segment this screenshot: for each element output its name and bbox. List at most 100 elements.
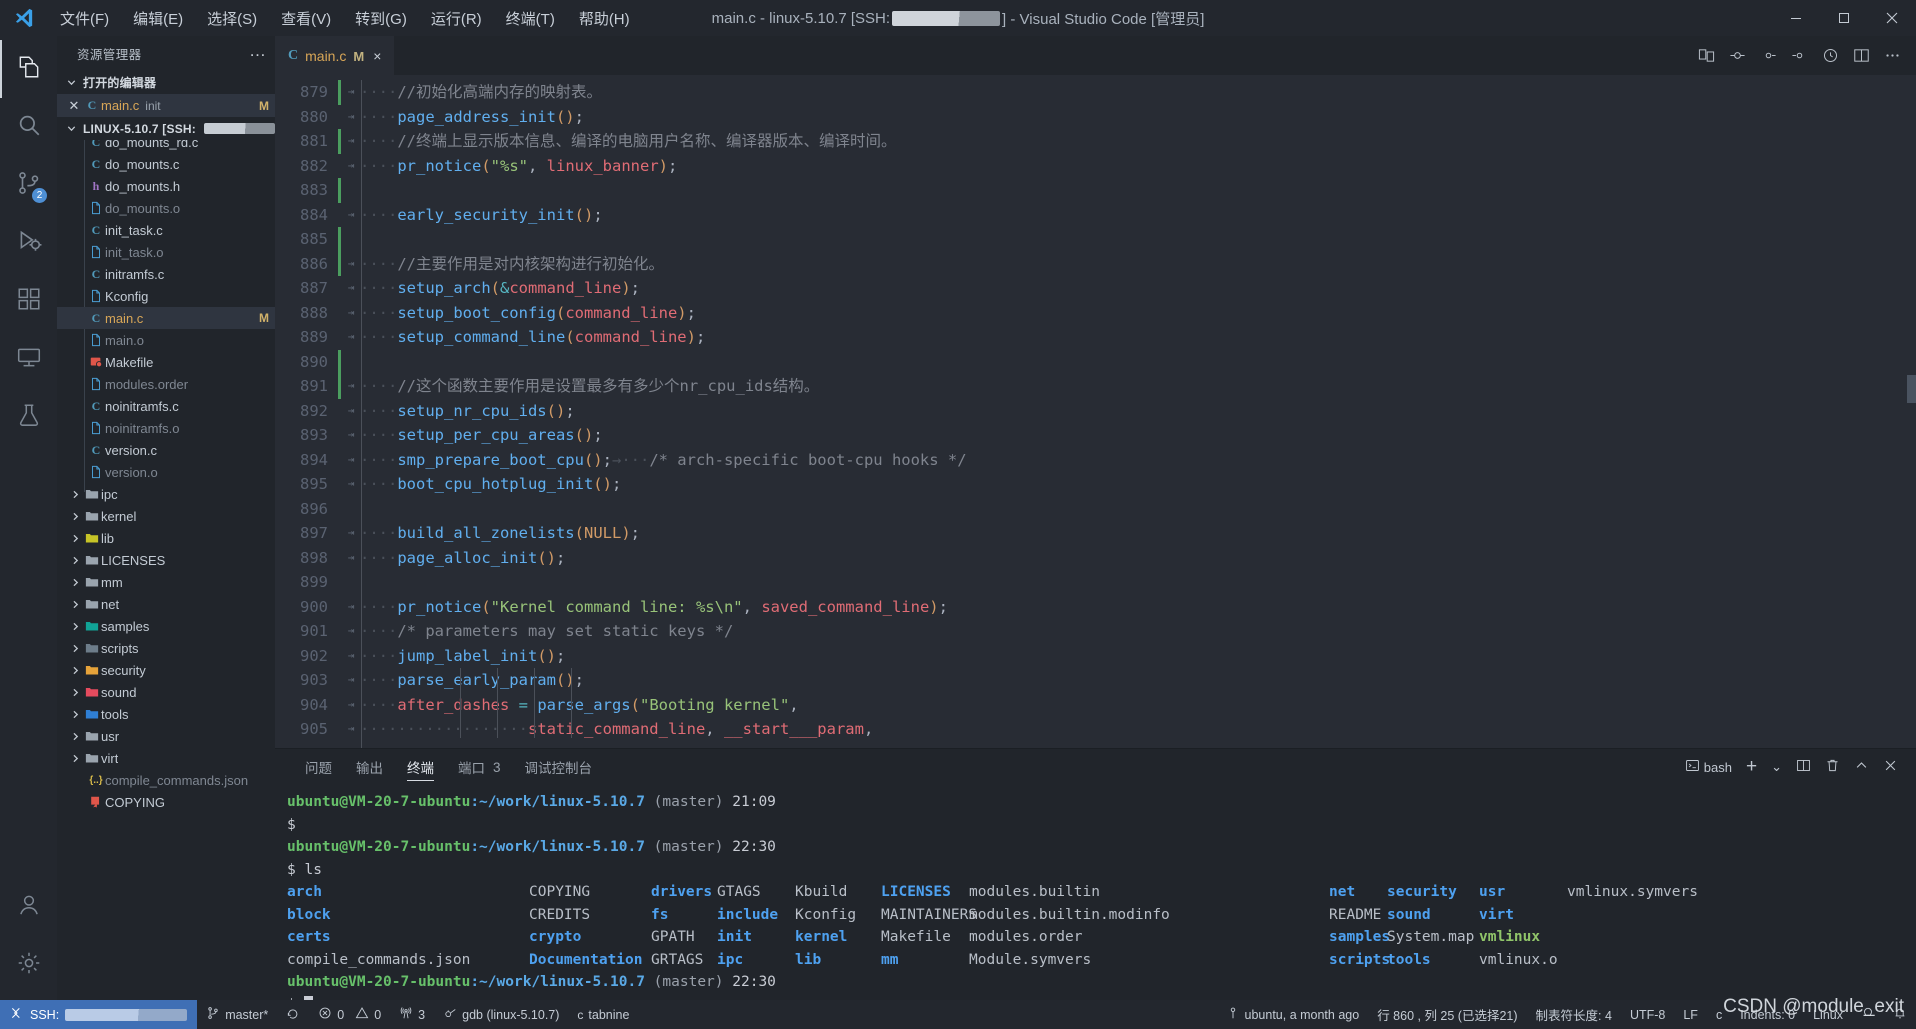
status-ports[interactable]: 3 [390, 1000, 434, 1029]
status-tab-size[interactable]: 制表符长度: 4 [1527, 1000, 1621, 1029]
status-encoding[interactable]: UTF-8 [1621, 1000, 1674, 1029]
status-remote-ssh[interactable]: SSH: [0, 1000, 198, 1029]
code-line[interactable] [360, 227, 1916, 252]
tree-file[interactable]: do_mounts.o [57, 197, 275, 219]
fold-marker[interactable]: ⇥ [342, 252, 360, 277]
code-line[interactable]: ····pr_notice("Kernel command line: %s\n… [360, 595, 1916, 620]
code-line[interactable]: ····early_security_init(); [360, 203, 1916, 228]
code-line[interactable]: ····boot_cpu_hotplug_init(); [360, 472, 1916, 497]
menu-edit[interactable]: 编辑(E) [121, 4, 195, 33]
code-line[interactable]: ····after_dashes = parse_args("Booting k… [360, 693, 1916, 718]
fold-marker[interactable]: ⇥ [342, 717, 360, 742]
code-line[interactable]: ····setup_boot_config(command_line); [360, 301, 1916, 326]
minimize-button[interactable] [1772, 0, 1820, 36]
code-line[interactable]: ····setup_nr_cpu_ids(); [360, 399, 1916, 424]
status-eol[interactable]: LF [1674, 1000, 1707, 1029]
tree-file[interactable]: Cversion.c [57, 439, 275, 461]
code-line[interactable]: ····//主要作用是对内核架构进行初始化。 [360, 252, 1916, 277]
tab-close-icon[interactable]: × [373, 48, 381, 64]
tree-folder[interactable]: kernel [57, 505, 275, 527]
editor-tabs[interactable]: C main.c M × [275, 36, 1916, 75]
fold-marker[interactable]: ⇥ [342, 399, 360, 424]
code-line[interactable]: ····build_all_zonelists(NULL); [360, 521, 1916, 546]
fold-marker[interactable]: ⇥ [342, 374, 360, 399]
tree-file[interactable]: modules.order [57, 373, 275, 395]
code-line[interactable]: ····//初始化高端内存的映射表。 [360, 80, 1916, 105]
shell-selector[interactable]: bash [1681, 754, 1736, 780]
terminal-dropdown-button[interactable]: ⌄ [1767, 754, 1786, 780]
fold-marker[interactable]: ⇥ [342, 472, 360, 497]
tree-file[interactable]: Cmain.c M [57, 307, 275, 329]
code-line[interactable]: ····jump_label_init(); [360, 644, 1916, 669]
window-controls[interactable] [1772, 0, 1916, 36]
tree-file[interactable]: h do_mounts.h [57, 175, 275, 197]
section-workspace-root[interactable]: LINUX-5.10.7 [SSH: [57, 117, 275, 140]
menu-view[interactable]: 查看(V) [269, 4, 343, 33]
tree-file[interactable]: Cdo_mounts.c [57, 153, 275, 175]
activity-manage[interactable] [0, 936, 57, 994]
fold-marker[interactable]: ⇥ [342, 154, 360, 179]
maximize-panel-button[interactable] [1850, 754, 1873, 780]
tree-file[interactable]: init_task.o [57, 241, 275, 263]
code-line[interactable]: ··················static_command_line, _… [360, 717, 1916, 742]
tree-folder[interactable]: scripts [57, 637, 275, 659]
panel-tabs[interactable]: 问题 输出 终端 端口 3 调试控制台 bash + ⌄ [275, 749, 1916, 785]
code-line[interactable]: ····parse_early_param(); [360, 668, 1916, 693]
tree-file[interactable]: Cdo_mounts_rd.c [57, 140, 275, 153]
fold-marker[interactable] [342, 350, 360, 375]
split-terminal-button[interactable] [1792, 754, 1815, 780]
terminal-output[interactable]: ubuntu@VM-20-7-ubuntu:~/work/linux-5.10.… [275, 785, 1916, 1000]
run-icon[interactable] [1723, 42, 1751, 70]
fold-marker[interactable]: ⇥ [342, 203, 360, 228]
fold-marker[interactable] [342, 178, 360, 203]
menu-terminal[interactable]: 终端(T) [494, 4, 567, 33]
code-line[interactable] [360, 497, 1916, 522]
tree-file[interactable]: Kconfig [57, 285, 275, 307]
tree-folder[interactable]: LICENSES [57, 549, 275, 571]
close-button[interactable] [1868, 0, 1916, 36]
debug-step-icon[interactable] [1754, 42, 1782, 70]
code-line[interactable]: ····smp_prepare_boot_cpu();→···/* arch-s… [360, 448, 1916, 473]
tab-output[interactable]: 输出 [344, 749, 395, 785]
tab-terminal[interactable]: 终端 [395, 749, 446, 785]
menu-go[interactable]: 转到(G) [343, 4, 419, 33]
tree-file[interactable]: noinitramfs.o [57, 417, 275, 439]
menu-bar[interactable]: 文件(F) 编辑(E) 选择(S) 查看(V) 转到(G) 运行(R) 终端(T… [48, 4, 642, 33]
status-git-blame[interactable]: ubuntu, a month ago [1217, 1000, 1369, 1029]
activity-testing[interactable] [0, 388, 57, 446]
panel-actions[interactable]: bash + ⌄ [1681, 754, 1916, 780]
fold-marker[interactable]: ⇥ [342, 644, 360, 669]
code-line[interactable]: ····//终端上显示版本信息、编译的电脑用户名称、编译器版本、编译时间。 [360, 129, 1916, 154]
code-line[interactable]: ····setup_arch(&command_line); [360, 276, 1916, 301]
kill-terminal-button[interactable] [1821, 754, 1844, 780]
menu-help[interactable]: 帮助(H) [567, 4, 642, 33]
editor-actions[interactable] [1692, 36, 1916, 75]
more-actions-icon[interactable] [1878, 42, 1906, 70]
tree-folder[interactable]: virt [57, 747, 275, 769]
tree-folder[interactable]: security [57, 659, 275, 681]
code-line[interactable]: ····setup_command_line(command_line); [360, 325, 1916, 350]
tab-debug-console[interactable]: 调试控制台 [513, 749, 605, 785]
code-line[interactable]: ··················__stop___param - __sta… [360, 742, 1916, 749]
fold-markers[interactable]: ⇥⇥⇥⇥⇥⇥⇥⇥⇥⇥⇥⇥⇥⇥⇥⇥⇥⇥⇥⇥⇥⇥⇥ [342, 75, 360, 748]
fold-marker[interactable] [342, 497, 360, 522]
fold-marker[interactable]: ⇥ [342, 276, 360, 301]
fold-marker[interactable]: ⇥ [342, 423, 360, 448]
status-branch[interactable]: master* [197, 1000, 277, 1029]
fold-marker[interactable]: ⇥ [342, 301, 360, 326]
status-bar[interactable]: SSH: master* 0 0 3 gdb (linux-5.10.7) c … [0, 996, 1916, 1029]
activity-bar[interactable]: 2 [0, 36, 57, 1000]
menu-selection[interactable]: 选择(S) [195, 4, 269, 33]
tree-folder[interactable]: usr [57, 725, 275, 747]
tree-folder[interactable]: net [57, 593, 275, 615]
activity-accounts[interactable] [0, 878, 57, 936]
tree-folder[interactable]: samples [57, 615, 275, 637]
code-editor[interactable]: 879 880 881 882 883 884 885 886 887 888 889 890 891 8… [275, 75, 1916, 748]
fold-marker[interactable] [342, 227, 360, 252]
status-platform[interactable]: Linux [1804, 1000, 1852, 1029]
fold-marker[interactable]: ⇥ [342, 448, 360, 473]
split-editor-icon[interactable] [1847, 42, 1875, 70]
maximize-button[interactable] [1820, 0, 1868, 36]
fold-marker[interactable]: ⇥ [342, 742, 360, 749]
fold-marker[interactable] [342, 570, 360, 595]
